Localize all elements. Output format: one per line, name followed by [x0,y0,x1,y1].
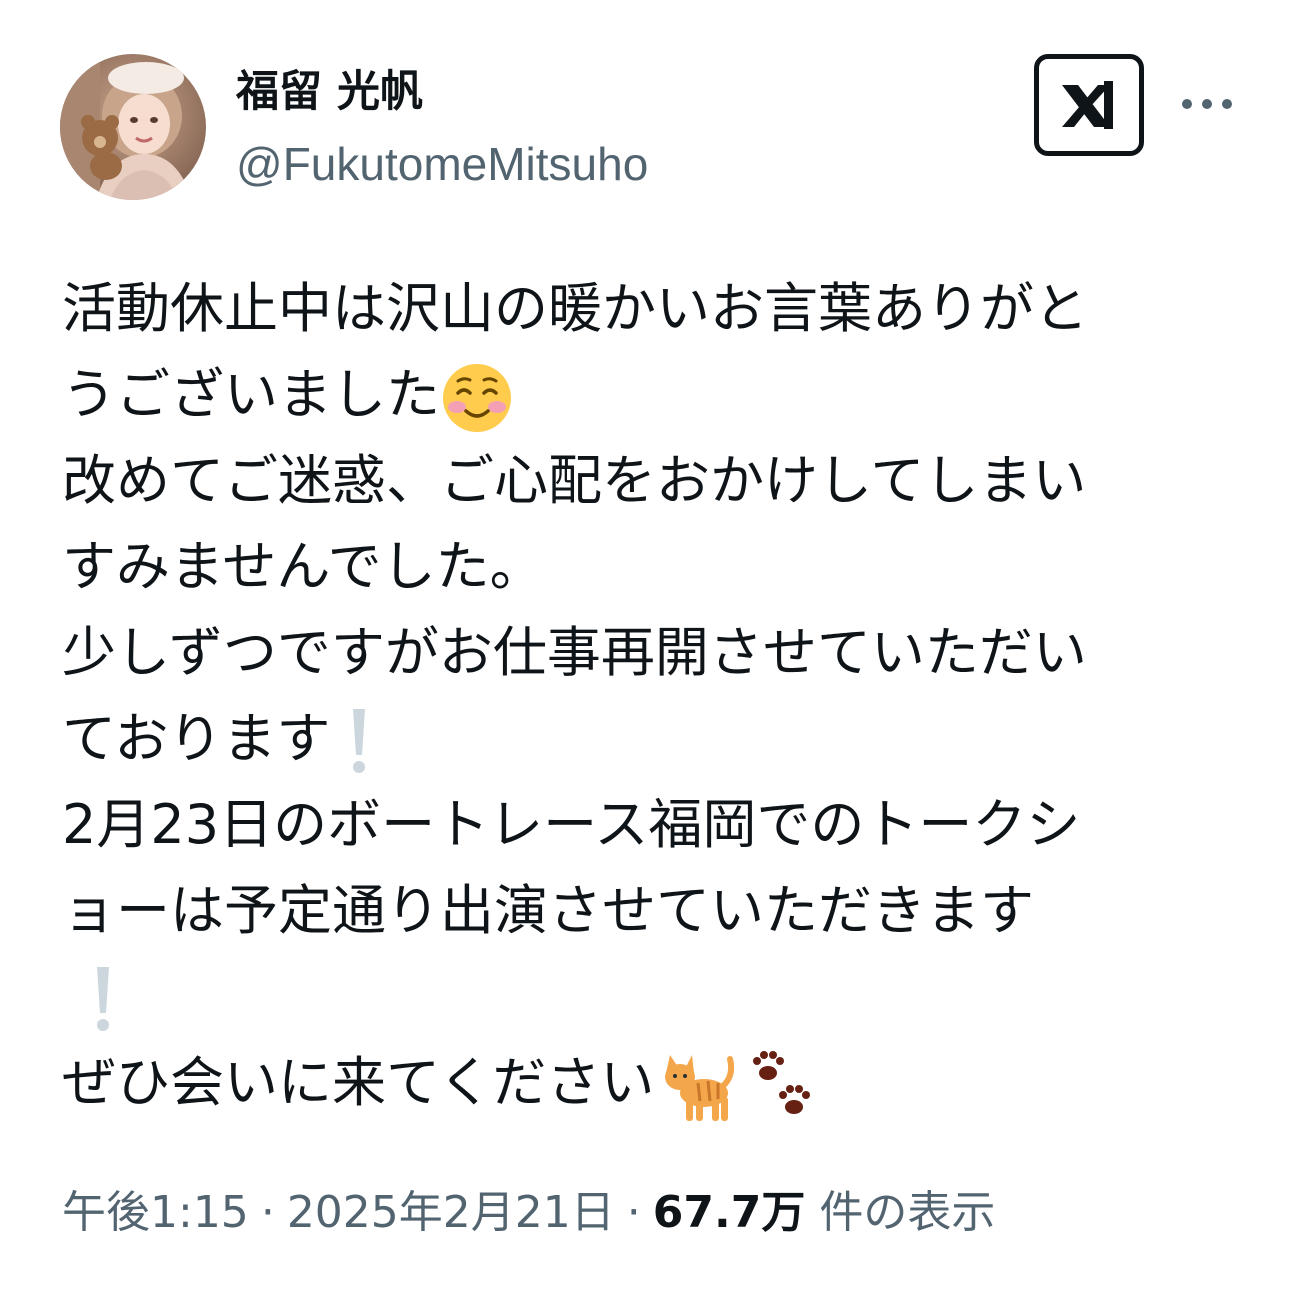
more-options-icon [1182,99,1232,109]
tweet-date[interactable]: 2025年2月21日 [287,1187,615,1238]
tweet-line: 少しずつですがお仕事再開させていただい [62,621,1087,684]
display-name[interactable]: 福留 光帆 [236,62,648,122]
tweet-line: 2月23日のボートレース福岡でのトークシ [62,793,1081,856]
separator: · [626,1187,641,1238]
tweet-line: すみませんでした。 [62,535,544,598]
views-label[interactable]: 件の表示 [819,1187,995,1238]
tweet-line: うございました [62,352,1252,438]
white-exclamation-emoji [344,705,374,779]
white-exclamation-emoji [88,963,118,1037]
tweet-line: ております [62,696,1252,782]
grok-button[interactable] [1034,54,1144,156]
user-handle[interactable]: @FukutomeMitsuho [236,136,648,192]
views-count[interactable]: 67.7万 [653,1187,806,1238]
more-options-button[interactable] [1176,84,1238,124]
avatar[interactable] [60,54,206,200]
tweet-line [62,954,1252,1040]
author-info[interactable]: 福留 光帆 @FukutomeMitsuho [236,62,648,192]
tweet-line: 改めてご迷惑、ご心配をおかけしてしまい [62,449,1087,512]
tweet-line: ョーは予定通り出演させていただきます [62,879,1034,942]
smiling-face-with-blush-emoji [440,361,514,435]
paw-prints-emoji [748,1049,818,1123]
tweet-line: 活動休止中は沢山の暖かいお言葉ありがと [62,277,1088,340]
cat-emoji [658,1049,738,1123]
tweet-card: 福留 光帆 @FukutomeMitsuho 活動休止中は沢山の暖かいお言葉あり… [0,0,1300,1309]
separator: · [260,1187,275,1238]
tweet-time[interactable]: 午後1:15 [62,1187,249,1238]
tweet-metadata: 午後1:15 · 2025年2月21日 · 67.7万 件の表示 [62,1180,995,1246]
tweet-line: ぜひ会いに来てください [62,1040,1252,1126]
profile-photo [60,54,206,200]
tweet-text: 活動休止中は沢山の暖かいお言葉ありがと うございました 改めてご迷惑、ご心配をお… [62,266,1252,1126]
grok-icon [1062,81,1113,129]
